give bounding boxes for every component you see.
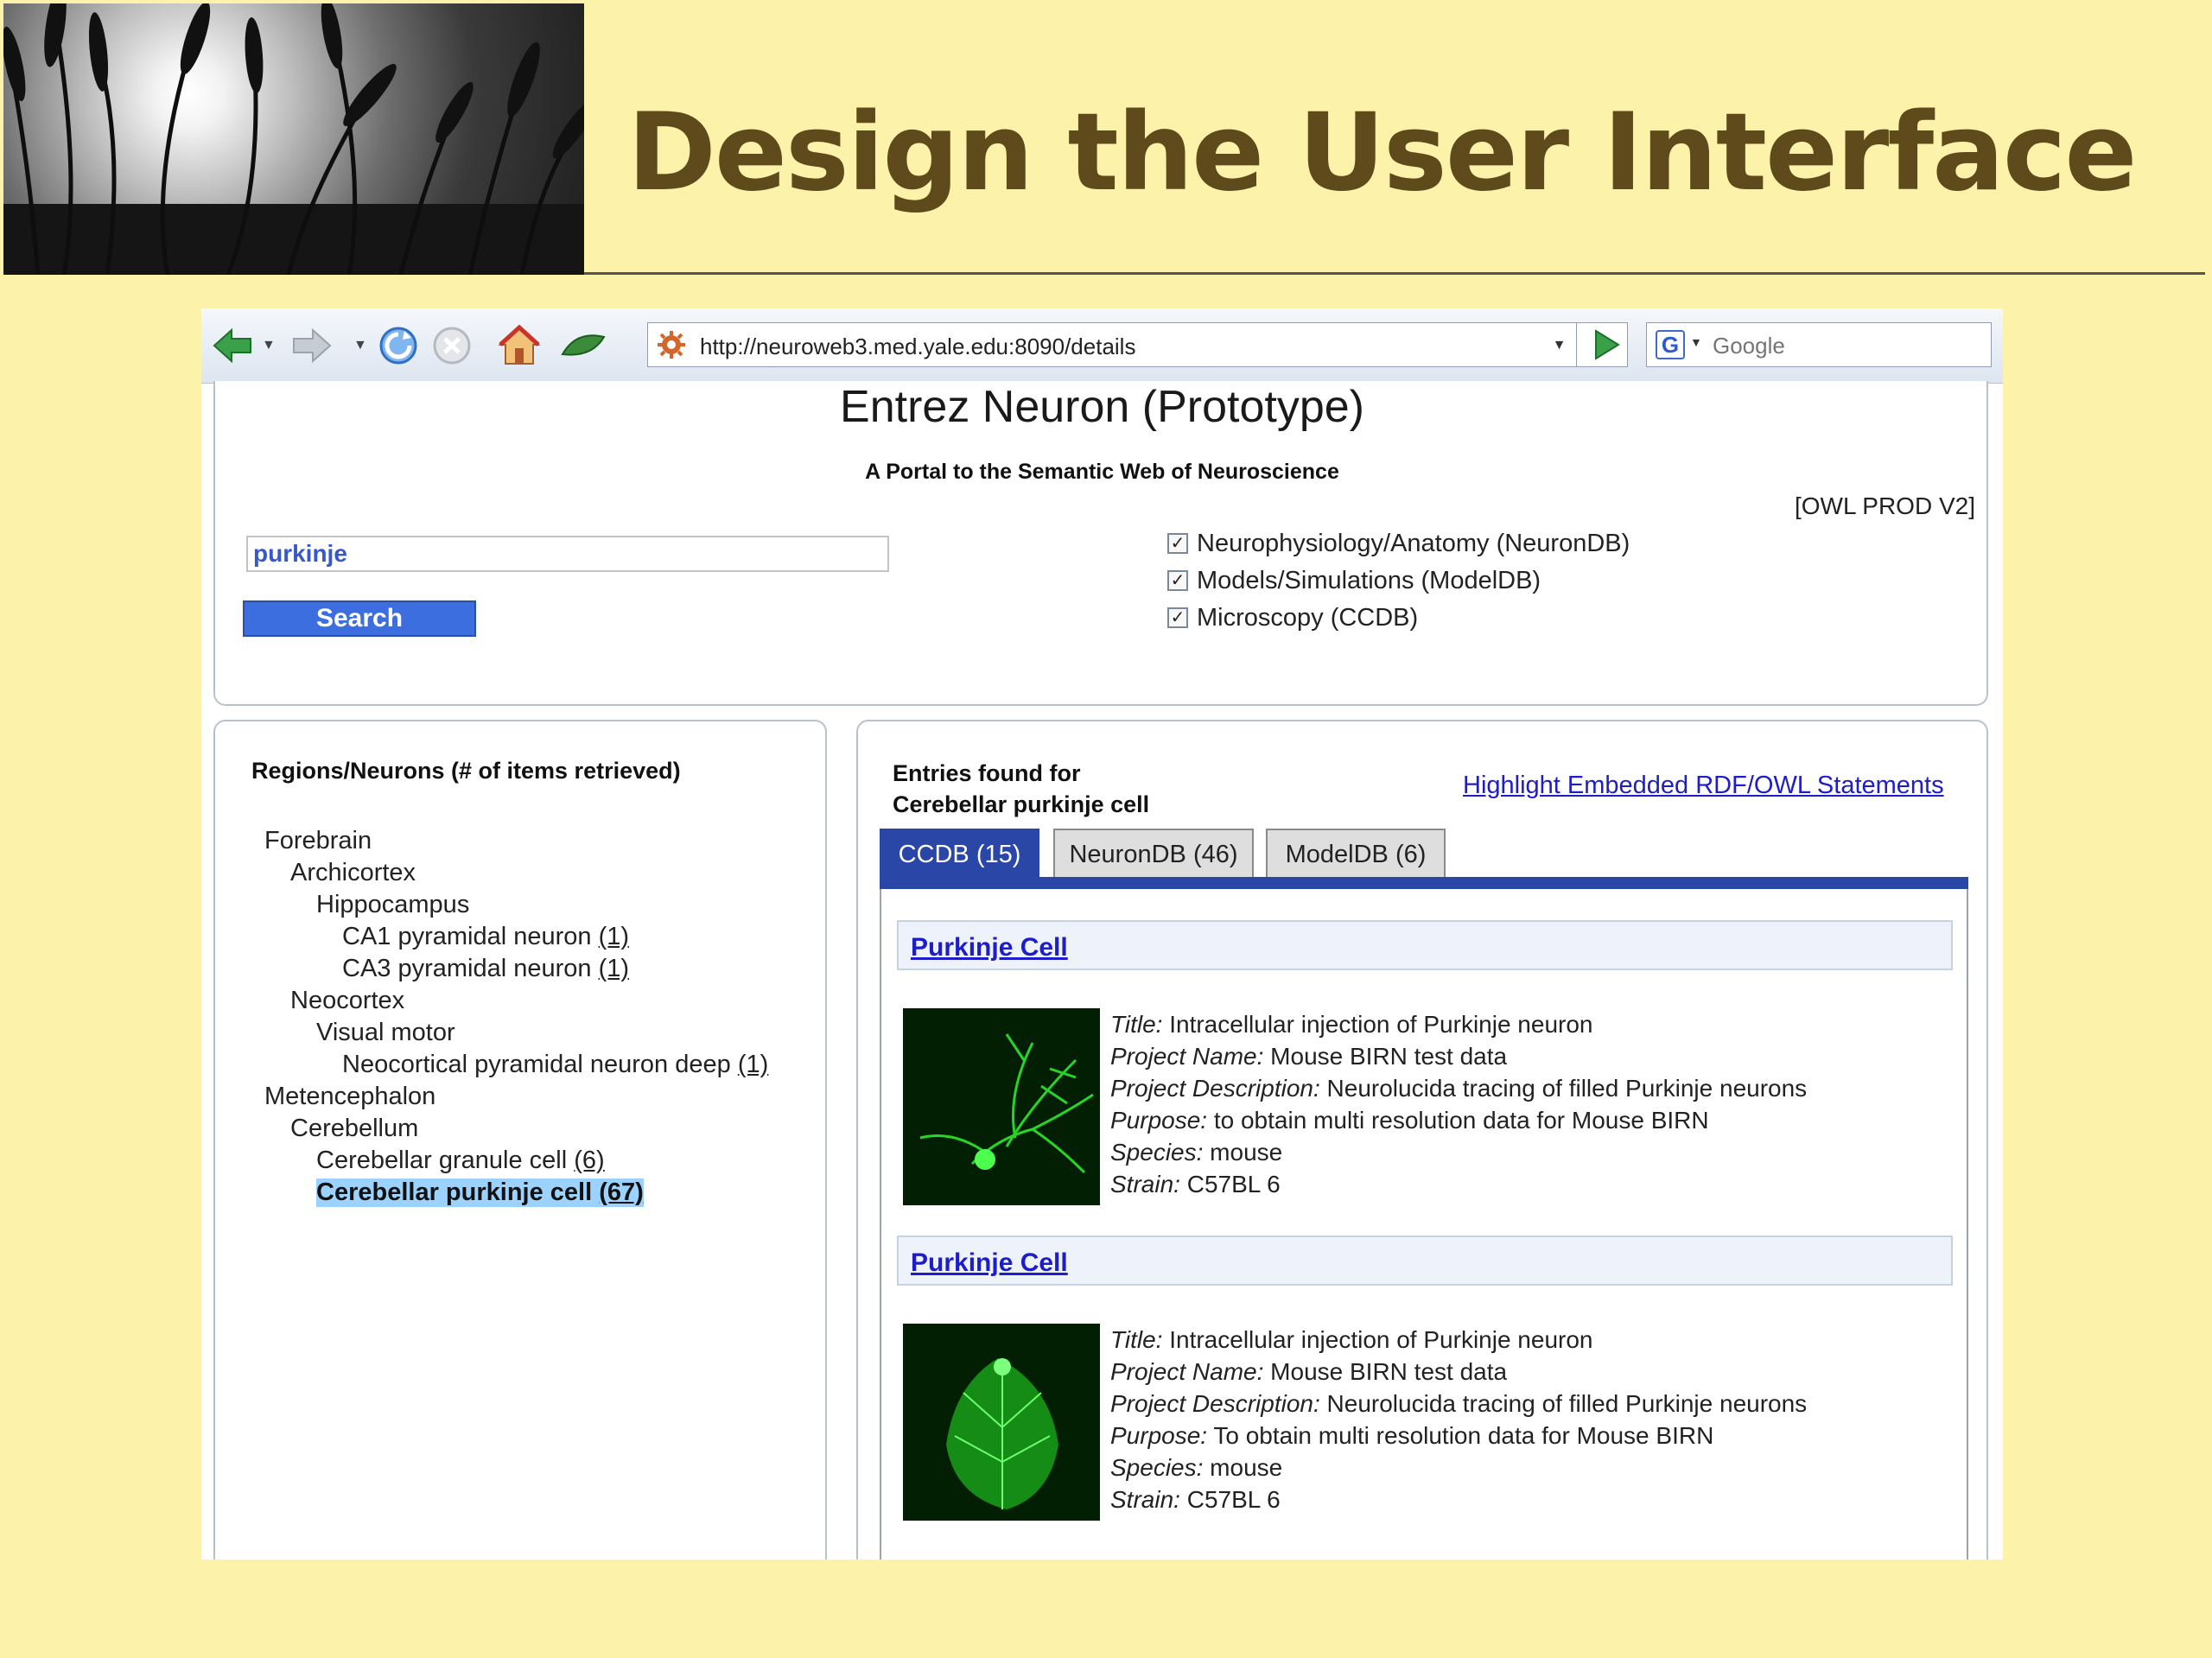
- item-count-link[interactable]: (6): [574, 1147, 604, 1174]
- entries-heading-line1: Entries found for: [893, 760, 1081, 786]
- result-header: Purkinje Cell: [897, 1236, 1953, 1286]
- entries-heading: Entries found for Cerebellar purkinje ce…: [893, 758, 1149, 820]
- tab-modeldb[interactable]: ModelDB (6): [1266, 829, 1446, 877]
- checkbox-checked-icon[interactable]: ✓: [1167, 533, 1188, 554]
- tree-item-hippocampus[interactable]: Hippocampus: [316, 891, 469, 919]
- source-label: Microscopy (CCDB): [1197, 603, 1419, 632]
- browser-toolbar: ▼ ▼ http://neuroweb3.med.yale.edu:8090/d…: [201, 308, 2003, 384]
- regions-heading: Regions/Neurons (# of items retrieved): [251, 758, 681, 784]
- tree-item-ca3-pyramidal[interactable]: CA3 pyramidal neuron (1): [342, 955, 629, 983]
- tree-item-forebrain[interactable]: Forebrain: [264, 827, 372, 855]
- result-header: Purkinje Cell: [897, 920, 1953, 970]
- result-thumbnail-image[interactable]: [903, 1008, 1100, 1205]
- header-divider: [584, 272, 2205, 275]
- tree-item-ca1-pyramidal[interactable]: CA1 pyramidal neuron (1): [342, 923, 629, 951]
- tree-item-visual-motor[interactable]: Visual motor: [316, 1019, 455, 1047]
- browser-screenshot: ▼ ▼ http://neuroweb3.med.yale.edu:8090/d…: [201, 308, 2003, 1560]
- source-option-modeldb[interactable]: ✓ Models/Simulations (ModelDB): [1167, 563, 1541, 598]
- forward-arrow-icon[interactable]: [288, 322, 336, 369]
- tree-item-metencephalon[interactable]: Metencephalon: [264, 1083, 435, 1111]
- search-button[interactable]: Search: [243, 600, 476, 637]
- source-label: Neurophysiology/Anatomy (NeuronDB): [1197, 529, 1630, 557]
- result-metadata: Title: Intracellular injection of Purkin…: [1110, 1011, 1808, 1197]
- entries-heading-line2: Cerebellar purkinje cell: [893, 791, 1150, 817]
- search-input[interactable]: [246, 536, 889, 572]
- forward-dropdown-icon[interactable]: ▼: [353, 338, 367, 353]
- highlight-rdf-link[interactable]: Highlight Embedded RDF/OWL Statements: [1463, 772, 1944, 800]
- item-count-link[interactable]: (67): [599, 1178, 644, 1206]
- source-label: Models/Simulations (ModelDB): [1197, 566, 1541, 594]
- tree-item-neocortical-pyramidal[interactable]: Neocortical pyramidal neuron deep (1): [342, 1051, 768, 1079]
- tree-item-cerebellar-purkinje[interactable]: Cerebellar purkinje cell (67): [316, 1178, 644, 1207]
- item-count-link[interactable]: (1): [599, 923, 629, 950]
- source-option-neurondb[interactable]: ✓ Neurophysiology/Anatomy (NeuronDB): [1167, 526, 1630, 561]
- address-bar[interactable]: http://neuroweb3.med.yale.edu:8090/detai…: [647, 322, 1628, 367]
- header-wheat-photo: [3, 3, 584, 275]
- tab-neurondb[interactable]: NeuronDB (46): [1053, 829, 1254, 877]
- result-title-link[interactable]: Purkinje Cell: [911, 1248, 1068, 1278]
- app-title: Entrez Neuron (Prototype): [840, 382, 1364, 432]
- back-dropdown-icon[interactable]: ▼: [262, 338, 276, 353]
- site-icon: [658, 331, 685, 359]
- result-title-link[interactable]: Purkinje Cell: [911, 933, 1068, 962]
- item-count-link[interactable]: (1): [738, 1051, 768, 1078]
- reload-icon[interactable]: [374, 322, 423, 369]
- source-option-ccdb[interactable]: ✓ Microscopy (CCDB): [1167, 600, 1418, 635]
- home-icon[interactable]: [495, 322, 543, 369]
- version-label: [OWL PROD V2]: [1794, 492, 1975, 519]
- leaf-icon[interactable]: [559, 322, 607, 369]
- tabs-underline: [880, 877, 1968, 889]
- checkbox-checked-icon[interactable]: ✓: [1167, 570, 1188, 591]
- tree-item-cerebellum[interactable]: Cerebellum: [290, 1115, 418, 1143]
- app-subtitle: A Portal to the Semantic Web of Neurosci…: [865, 460, 1339, 484]
- tab-ccdb[interactable]: CCDB (15): [880, 829, 1039, 877]
- url-dropdown-icon[interactable]: ▼: [1542, 322, 1577, 367]
- search-engine-dropdown-icon[interactable]: ▼: [1690, 335, 1702, 349]
- tree-item-archicortex[interactable]: Archicortex: [290, 859, 416, 887]
- google-icon[interactable]: G: [1656, 330, 1685, 359]
- back-arrow-icon[interactable]: [208, 322, 257, 369]
- stop-icon[interactable]: [428, 322, 476, 369]
- tree-item-neocortex[interactable]: Neocortex: [290, 987, 404, 1015]
- go-arrow-icon[interactable]: [1587, 326, 1625, 364]
- checkbox-checked-icon[interactable]: ✓: [1167, 607, 1188, 628]
- item-count-link[interactable]: (1): [599, 955, 629, 982]
- result-thumbnail-image[interactable]: [903, 1324, 1100, 1521]
- google-search-box[interactable]: G ▼: [1646, 322, 1992, 367]
- url-text: http://neuroweb3.med.yale.edu:8090/detai…: [700, 334, 1136, 359]
- google-search-input[interactable]: [1711, 332, 1974, 360]
- tree-item-cerebellar-granule[interactable]: Cerebellar granule cell (6): [316, 1147, 605, 1175]
- slide-title: Design the User Interface: [627, 91, 2137, 215]
- result-metadata: Title: Intracellular injection of Purkin…: [1110, 1326, 1808, 1513]
